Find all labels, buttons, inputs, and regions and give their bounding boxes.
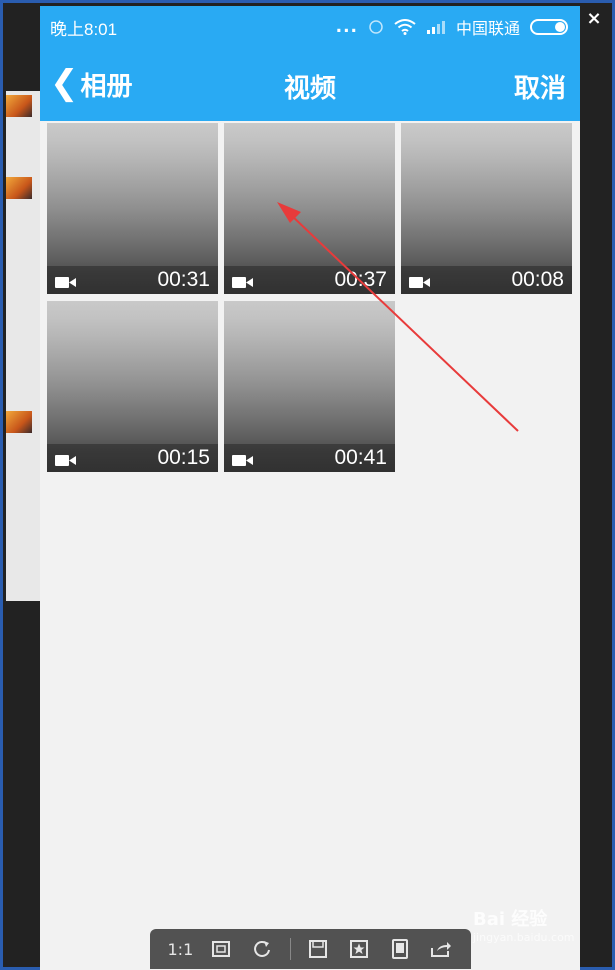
notification-dots: ... (335, 17, 358, 37)
video-thumbnail[interactable]: 00:37 (224, 123, 395, 294)
app-header: 晚上8:01 ... 中国联通 ❮ 相册 视频 取消 (40, 6, 580, 121)
background-thumbnail (6, 95, 32, 117)
carrier-name: 中国联通 (455, 21, 520, 38)
watermark-logo: Bai 经验 jingyan.baidu.com (473, 905, 575, 944)
share-icon[interactable] (428, 936, 454, 962)
favorite-icon[interactable] (346, 936, 372, 962)
navigation-bar: ❮ 相册 视频 取消 (40, 58, 580, 114)
device-icon[interactable] (387, 936, 413, 962)
video-duration: 00:15 (157, 446, 210, 469)
viewer-toolbar: 1:1 (150, 929, 471, 969)
status-time: 晚上8:01 (50, 20, 118, 39)
wifi-icon (394, 19, 416, 35)
video-duration: 00:37 (334, 268, 387, 291)
video-thumbnail[interactable]: 00:41 (224, 301, 395, 472)
phone-screen: 晚上8:01 ... 中国联通 ❮ 相册 视频 取消 00:31 00:37 0… (40, 6, 580, 970)
video-thumbnail[interactable]: 00:31 (47, 123, 218, 294)
actual-size-button[interactable]: 1:1 (167, 936, 194, 962)
image-viewer-frame: × 晚上8:01 ... 中国联通 ❮ 相册 视频 取消 00:31 00:37… (0, 0, 615, 970)
video-camera-icon (55, 455, 76, 466)
background-thumbnail (6, 411, 32, 433)
save-icon[interactable] (305, 936, 331, 962)
background-thumbnail (6, 177, 32, 199)
status-bar: 晚上8:01 ... 中国联通 (40, 6, 580, 46)
alarm-icon (369, 20, 383, 34)
video-camera-icon (409, 277, 430, 288)
page-title: 视频 (283, 74, 336, 104)
video-thumbnail[interactable]: 00:15 (47, 301, 218, 472)
watermark-url: jingyan.baidu.com (473, 931, 575, 944)
battery-icon (530, 19, 568, 35)
video-duration: 00:41 (334, 446, 387, 469)
background-window-sliver (6, 91, 40, 601)
cancel-button[interactable]: 取消 (514, 68, 566, 105)
video-camera-icon (55, 277, 76, 288)
fit-screen-icon[interactable] (208, 936, 234, 962)
video-camera-icon (232, 277, 253, 288)
video-thumbnail[interactable]: 00:08 (401, 123, 572, 294)
close-icon[interactable]: × (584, 9, 604, 29)
rotate-icon[interactable] (249, 936, 275, 962)
video-camera-icon (232, 455, 253, 466)
signal-icon (426, 21, 445, 34)
toolbar-divider (289, 938, 291, 960)
video-duration: 00:08 (511, 268, 564, 291)
video-duration: 00:31 (157, 268, 210, 291)
watermark-text: Bai 经验 (473, 909, 548, 930)
